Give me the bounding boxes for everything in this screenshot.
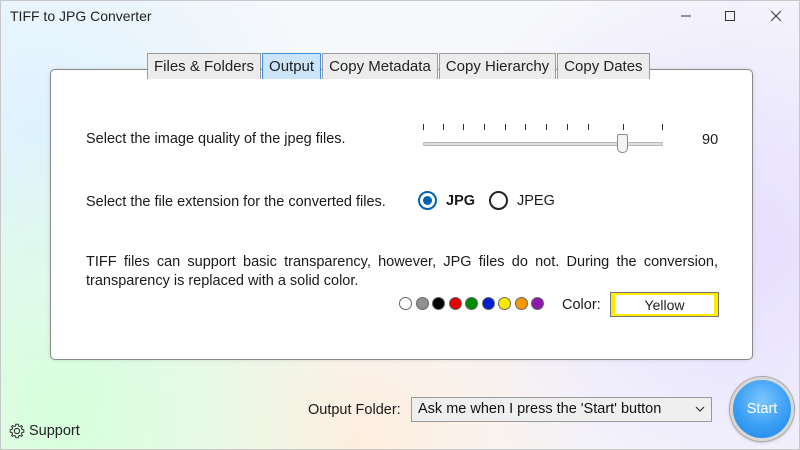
swatch-white[interactable] [399,297,412,310]
quality-slider[interactable] [423,124,663,154]
slider-tick [443,124,444,130]
slider-ticks [423,124,663,130]
swatch-purple[interactable] [531,297,544,310]
start-label[interactable]: Start [747,401,778,417]
start-button[interactable]: Start [730,377,794,441]
support-label[interactable]: Support [29,423,80,439]
tab-copy-hierarchy[interactable]: Copy Hierarchy [438,53,557,79]
color-picker-button[interactable]: Yellow [610,292,719,317]
tab-strip: Files & Folders Output Copy Metadata Cop… [147,53,651,79]
slider-tick [588,124,589,130]
chevron-down-icon [695,406,705,412]
slider-tick [546,124,547,130]
support-link[interactable]: Support [9,423,80,439]
slider-tick [423,124,424,130]
close-button[interactable] [753,1,799,31]
output-folder-label: Output Folder: [308,402,401,418]
transparency-description: TIFF files can support basic transparenc… [86,254,718,289]
radio-circle[interactable] [489,191,508,210]
slider-tick [623,124,624,130]
tab-copy-dates[interactable]: Copy Dates [557,53,650,79]
swatch-gray[interactable] [415,297,429,310]
tab-copy-metadata[interactable]: Copy Metadata [322,53,438,79]
output-folder-select[interactable]: Ask me when I press the 'Start' button [411,397,712,422]
quality-value: 90 [702,132,719,148]
swatch-orange[interactable] [514,297,528,310]
radio-jpeg-label[interactable]: JPEG [517,193,555,209]
swatch-blue[interactable] [481,297,495,310]
swatch-black[interactable] [432,297,445,310]
swatch-red[interactable] [448,297,462,310]
slider-thumb[interactable] [617,134,628,153]
slider-tick [484,124,485,130]
tab-files-folders[interactable]: Files & Folders [147,53,262,79]
maximize-icon [725,11,735,21]
slider-tick [505,124,506,130]
radio-jpg[interactable]: JPG [418,191,475,210]
window-title: TIFF to JPG Converter [10,8,152,24]
slider-tick [567,124,568,130]
slider-tick [525,124,526,130]
tab-output[interactable]: Output [262,53,322,79]
minimize-icon [681,15,691,17]
output-folder-value[interactable]: Ask me when I press the 'Start' button [418,401,661,417]
title-bar: TIFF to JPG Converter [1,1,799,31]
swatch-green[interactable] [465,297,478,310]
output-panel: Select the image quality of the jpeg fil… [50,69,753,360]
color-label: Color: [562,297,601,313]
radio-jpeg[interactable]: JPEG [489,191,555,210]
close-icon [770,10,782,22]
gear-icon [9,423,25,439]
maximize-button[interactable] [707,1,753,31]
radio-circle-checked[interactable] [418,191,437,210]
radio-jpg-label[interactable]: JPG [446,193,475,209]
quality-label: Select the image quality of the jpeg fil… [86,131,346,147]
slider-tick [463,124,464,130]
color-value[interactable]: Yellow [615,295,714,314]
color-swatches [399,297,548,310]
extension-label: Select the file extension for the conver… [86,194,386,210]
minimize-button[interactable] [663,1,709,31]
swatch-yellow[interactable] [498,297,511,310]
slider-tick [662,124,663,130]
